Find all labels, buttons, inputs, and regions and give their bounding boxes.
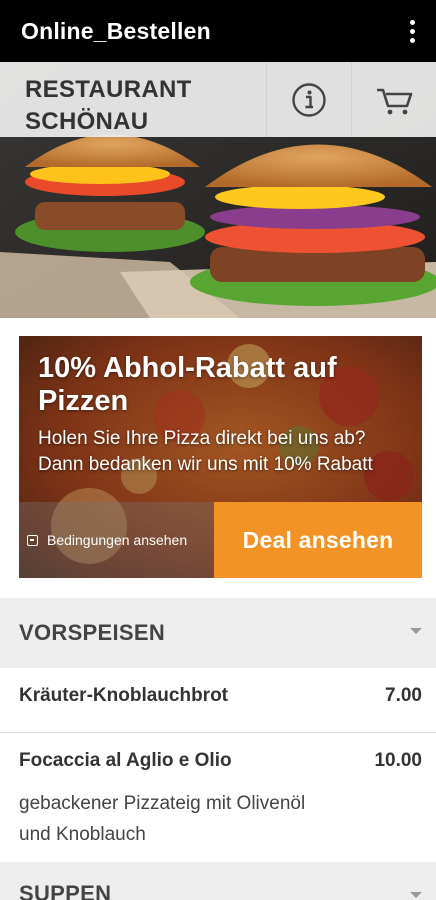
item-description: gebackener Pizzateig mit Olivenöl und Kn… [19, 793, 306, 845]
deal-view-button[interactable]: Deal ansehen [214, 502, 422, 578]
restaurant-bar: RESTAURANT SCHÖNAU [0, 62, 436, 137]
app-bar: Online_Bestellen [0, 0, 436, 62]
deal-text: 10% Abhol-Rabatt auf Pizzen Holen Sie Ih… [38, 352, 408, 478]
info-button[interactable] [266, 62, 351, 137]
chevron-down-icon [410, 628, 422, 634]
item-name: Kräuter-Knoblauchbrot [19, 685, 228, 706]
deal-description: Holen Sie Ihre Pizza direkt bei uns ab? … [38, 428, 373, 475]
item-price: 10.00 [374, 750, 422, 771]
app-title: Online_Bestellen [21, 17, 211, 44]
category-header-suppen[interactable]: SUPPEN [0, 862, 436, 900]
menu-item[interactable]: Kräuter-Knoblauchbrot 7.00 [0, 668, 436, 733]
category-label: VORSPEISEN [19, 620, 166, 645]
deal-headline: 10% Abhol-Rabatt auf Pizzen [38, 352, 337, 417]
restaurant-name: RESTAURANT SCHÖNAU [25, 76, 192, 135]
document-icon [27, 534, 38, 546]
menu-item[interactable]: Focaccia al Aglio e Olio 10.00 gebackene… [0, 733, 436, 862]
item-price: 7.00 [385, 685, 422, 706]
info-icon [292, 82, 326, 117]
deal-banner[interactable]: 10% Abhol-Rabatt auf Pizzen Holen Sie Ih… [19, 336, 422, 578]
category-label: SUPPEN [19, 881, 112, 900]
item-name: Focaccia al Aglio e Olio [19, 750, 232, 771]
cart-icon [377, 88, 413, 114]
cart-button[interactable] [351, 62, 436, 137]
category-header-vorspeisen[interactable]: VORSPEISEN [0, 598, 436, 668]
chevron-down-icon [410, 892, 422, 898]
terms-label: Bedingungen ansehen [47, 532, 188, 548]
terms-link[interactable]: Bedingungen ansehen [19, 502, 214, 578]
more-vertical-icon[interactable] [402, 16, 422, 46]
